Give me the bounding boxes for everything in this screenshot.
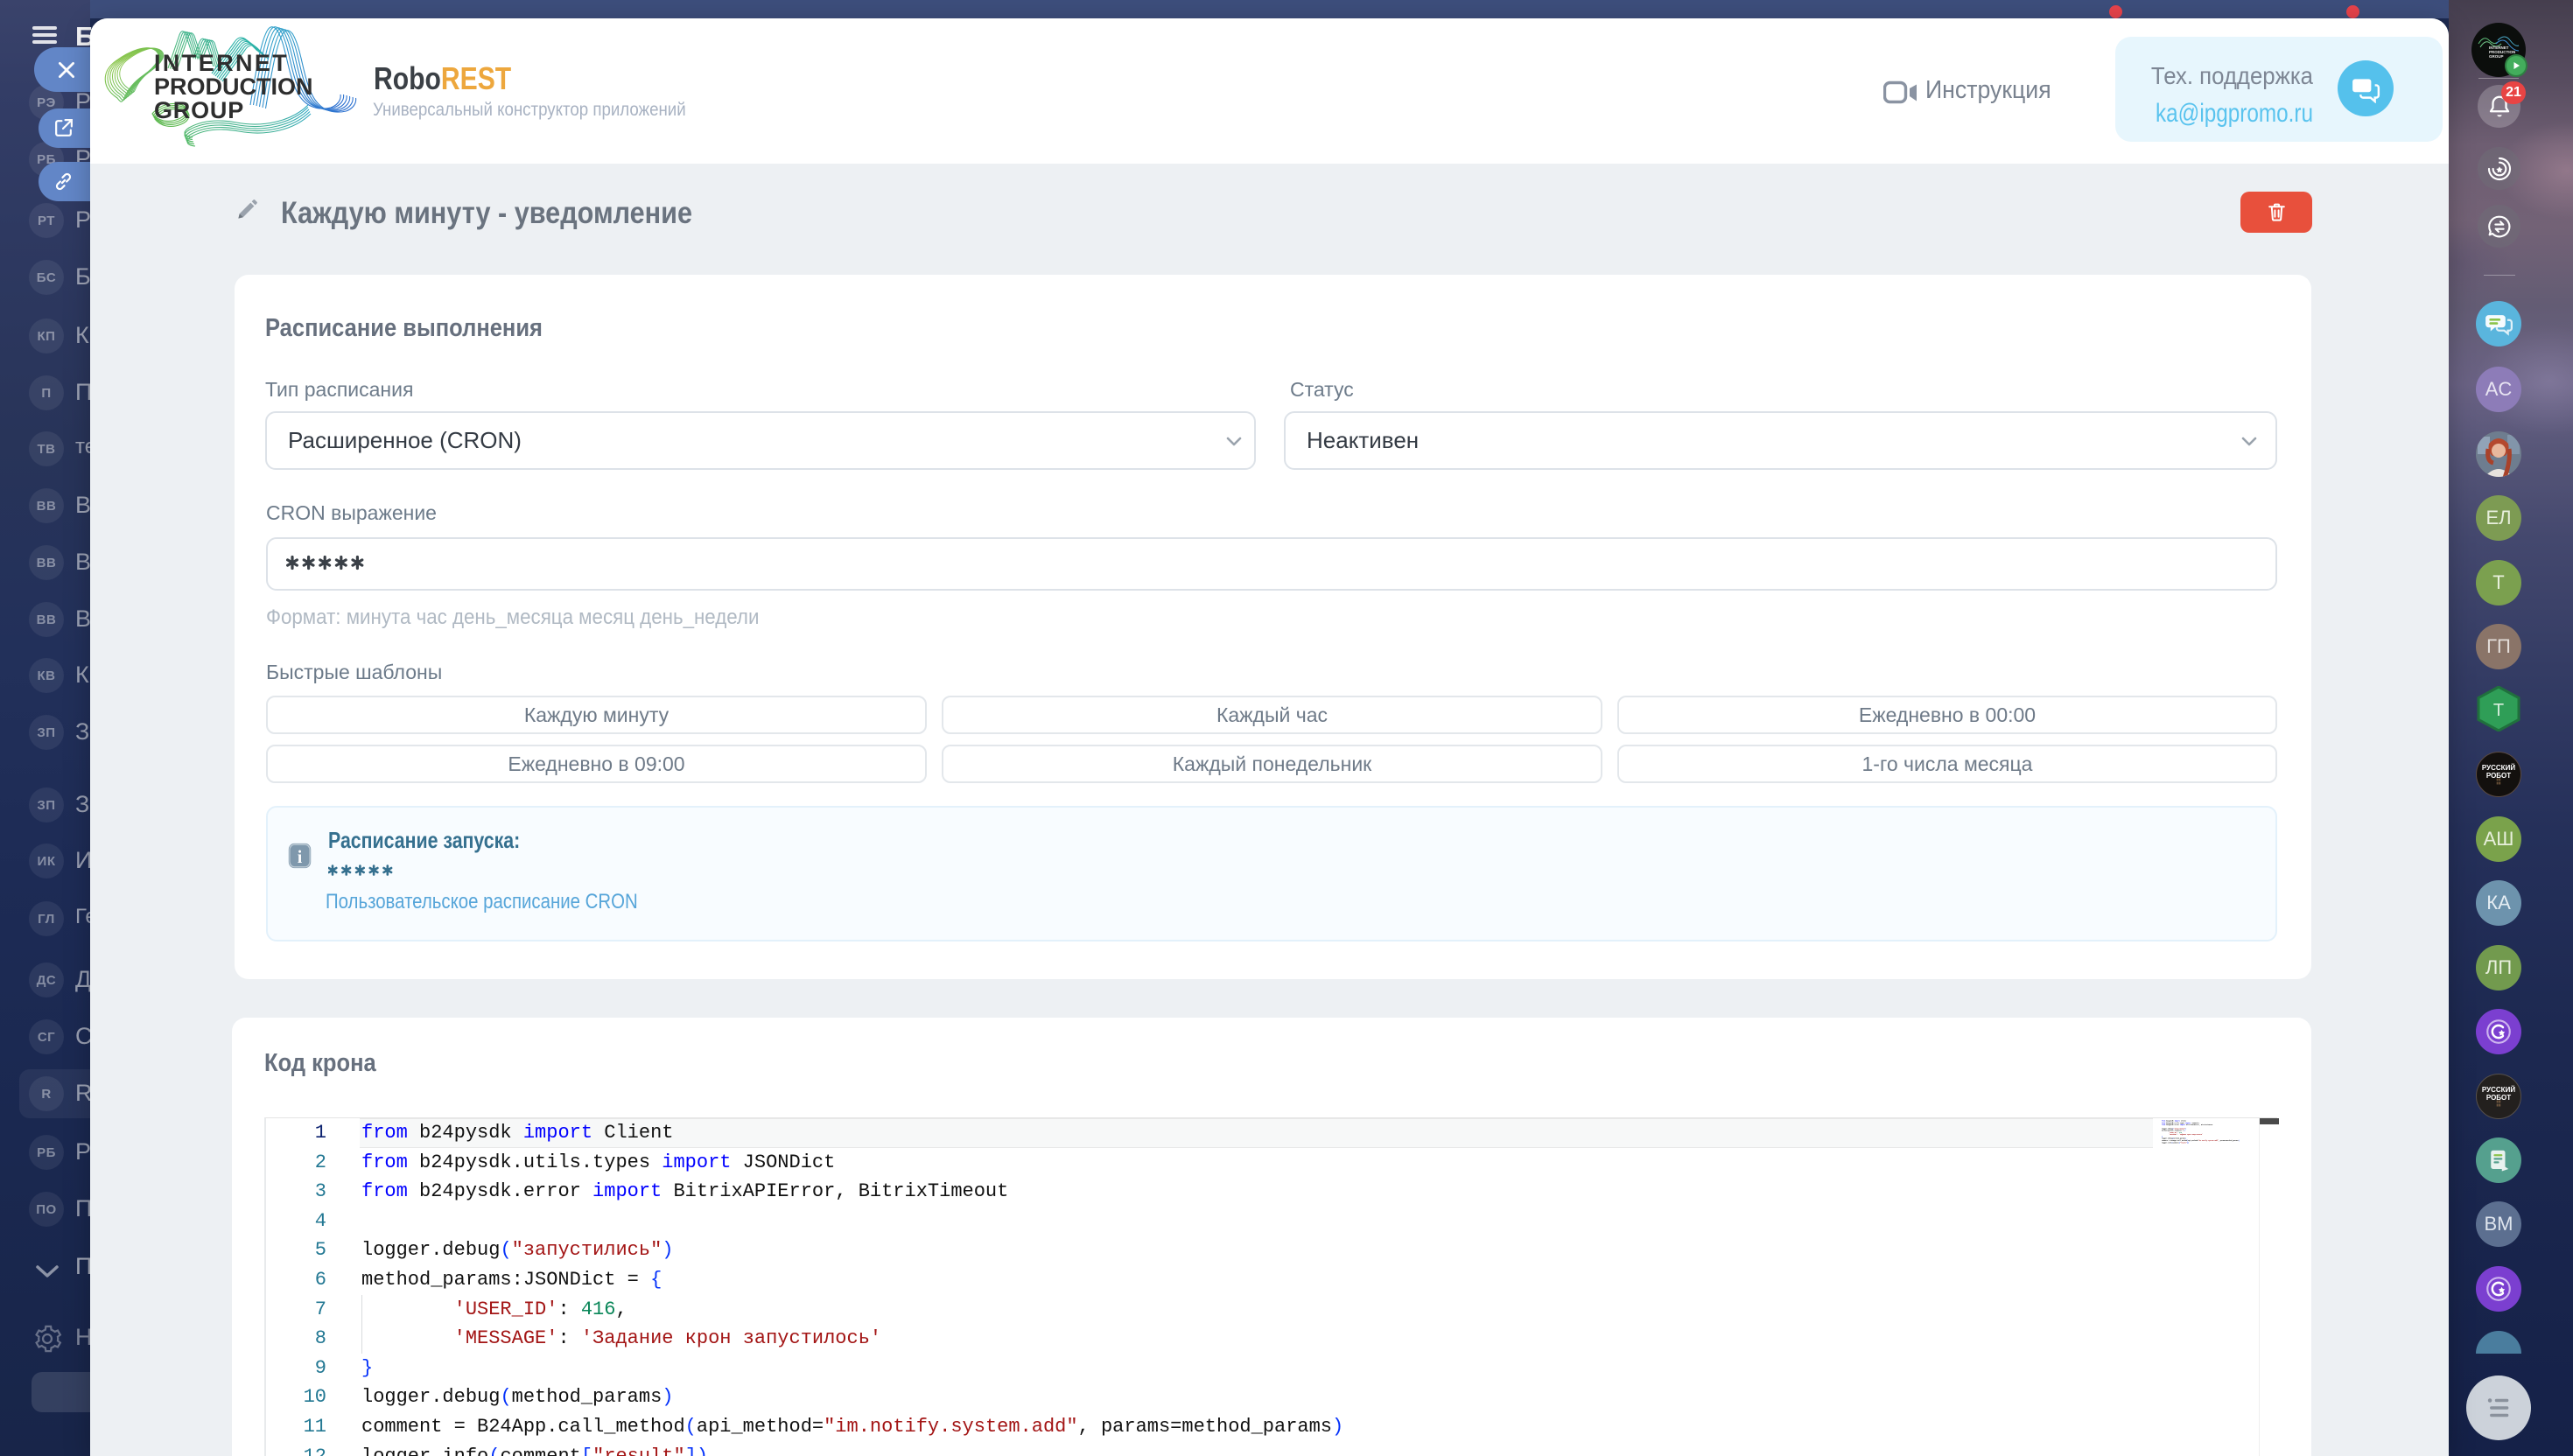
svg-text:GROUP: GROUP [154, 97, 244, 123]
svg-text:PRODUCTION: PRODUCTION [154, 74, 313, 100]
svg-text:Т: Т [2493, 701, 2504, 720]
svg-text:i: i [298, 847, 303, 867]
svg-text:GROUP: GROUP [2489, 54, 2504, 59]
svg-text:INTERNET: INTERNET [154, 50, 289, 76]
